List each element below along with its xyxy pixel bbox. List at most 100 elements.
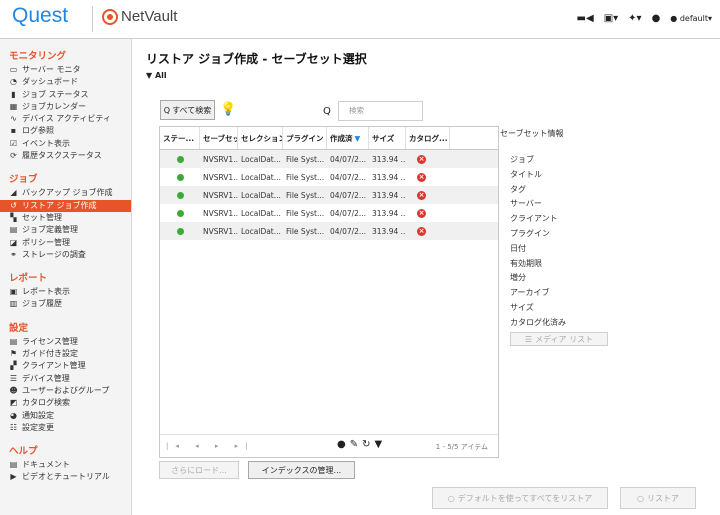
table-row[interactable]: NVSRV1... LocalDat... File Syst... 04/07/2.…	[160, 204, 498, 222]
column-header-label: ステー...	[163, 133, 195, 143]
saveset-table: ステー...セーブセットセレクションプラグイン作成済▼サイズカタログ... NV…	[159, 126, 499, 458]
saveset-info-field: アーカイブ	[510, 288, 550, 298]
sidebar-item-job-history[interactable]: ▥ ジョブ履歴	[0, 298, 131, 310]
video-camera-icon[interactable]: ▬◀	[577, 13, 594, 24]
sidebar-item-report[interactable]: ▣ レポート表示	[0, 286, 131, 298]
restore-icon: ○	[447, 493, 455, 503]
sidebar-item-label: クライアント管理	[22, 361, 86, 371]
job-history-icon: ▥	[9, 299, 18, 309]
sidebar-item-label: デバイス管理	[22, 373, 70, 383]
column-header[interactable]: 作成済 ▼	[327, 127, 369, 149]
sidebar-item-history[interactable]: ⟳ 履歴タスクステータス	[0, 150, 131, 162]
column-header[interactable]: プラグイン	[283, 127, 327, 149]
sidebar-item-dashboard[interactable]: ◔ ダッシュボード	[0, 76, 131, 88]
restore-all-default-button[interactable]: ○ デフォルトを使ってすべてをリストア	[432, 487, 608, 509]
restore-button[interactable]: ○ リストア	[620, 487, 696, 509]
table-cell: NVSRV1...	[203, 154, 238, 164]
status-ok-icon	[177, 209, 184, 217]
load-more-button[interactable]: さらにロード...	[159, 461, 239, 479]
table-cell: 04/07/2...	[330, 154, 367, 164]
sidebar-item-policy[interactable]: ◪ ポリシー管理	[0, 237, 131, 249]
sidebar-item-storage[interactable]: ⚭ ストレージの調査	[0, 249, 131, 261]
main-panel: リストア ジョブ作成 - セーブセット選択 ▼ All Q すべて検索 💡 Q 検…	[132, 39, 720, 515]
sidebar-item-restore[interactable]: ↺ リストア ジョブ作成	[0, 199, 131, 212]
table-cell: 04/07/2...	[330, 172, 367, 182]
filter-icon[interactable]: ▼	[375, 439, 387, 450]
table-row[interactable]: NVSRV1... LocalDat... File Syst... 04/07/2.…	[160, 150, 498, 168]
sidebar-item-guided[interactable]: ⚑ ガイド付き設定	[0, 348, 131, 360]
sort-desc-icon: ▼	[354, 133, 361, 143]
column-header[interactable]: サイズ	[369, 127, 406, 149]
sidebar-item-notification[interactable]: ◕ 通知設定	[0, 410, 131, 422]
restore-all-default-label: デフォルトを使ってすべてをリストア	[457, 493, 593, 503]
column-header[interactable]: カタログ...	[406, 127, 450, 149]
table-cell	[160, 186, 200, 204]
manage-index-button[interactable]: インデックスの管理...	[248, 461, 355, 479]
table-row[interactable]: NVSRV1... LocalDat... File Syst... 04/07/2.…	[160, 222, 498, 240]
sidebar-item-label: ジョブ定義管理	[22, 225, 78, 235]
report-icon: ▣	[9, 287, 18, 297]
media-list-button[interactable]: ☰ メディア リスト	[510, 332, 608, 346]
sidebar-item-users[interactable]: ☻ ユーザーおよびグループ	[0, 385, 131, 397]
table-row[interactable]: NVSRV1... LocalDat... File Syst... 04/07/2.…	[160, 186, 498, 204]
table-cell: LocalDat...	[241, 190, 281, 200]
table-cell: ×	[406, 168, 450, 186]
sidebar-item-event[interactable]: ☑ イベント表示	[0, 138, 131, 150]
document-icon: ▤	[9, 460, 18, 470]
sidebar-item-video[interactable]: ▶ ビデオとチュートリアル	[0, 471, 131, 483]
sidebar-item-label: 通知設定	[22, 410, 54, 420]
sidebar-item-document[interactable]: ▤ ドキュメント	[0, 459, 131, 471]
sidebar-section-title: モニタリング	[9, 51, 67, 62]
user-icon: ●	[670, 14, 678, 23]
sidebar-section-title: ジョブ	[9, 174, 38, 186]
sidebar-item-sets[interactable]: ▚ セット管理	[0, 212, 131, 224]
table-cell: 313.94 ...	[372, 208, 406, 218]
edit-icon[interactable]: ✎	[350, 439, 362, 450]
sidebar-section-title: 設定	[9, 322, 29, 334]
monitor-icon: ▭	[9, 65, 18, 74]
sidebar-item-license[interactable]: ▤ ライセンス管理	[0, 336, 131, 348]
info-icon[interactable]: ●	[337, 439, 350, 450]
info-icon[interactable]: ●	[652, 13, 661, 24]
table-cell: LocalDat...	[241, 154, 281, 164]
search-all-button[interactable]: Q すべて検索	[160, 100, 215, 120]
quest-logo: Quest	[12, 4, 69, 27]
sidebar-item-monitor[interactable]: ▭ サーバー モニタ	[0, 64, 131, 76]
pager-controls[interactable]: |◂ ◂ ▸ ▸|	[166, 442, 254, 450]
column-header-label: 作成済	[330, 133, 353, 143]
refresh-icon[interactable]: ↻	[362, 439, 374, 450]
table-cell: File Syst...	[286, 226, 325, 236]
sidebar-item-log[interactable]: ▪ ログ参照	[0, 125, 131, 137]
sidebar-item-client[interactable]: ▞ クライアント管理	[0, 360, 131, 372]
saveset-info-field: ジョブ	[510, 155, 534, 164]
chat-icon[interactable]: ▣▾	[604, 13, 618, 24]
table-cell: File Syst...	[286, 208, 325, 218]
table-cell: ×	[406, 150, 450, 168]
saveset-info-field: 日付	[510, 243, 526, 253]
sidebar-item-job-status[interactable]: ▮ ジョブ ステータス	[0, 89, 131, 101]
column-header[interactable]: ステー...	[160, 127, 200, 149]
sidebar-item-label: ガイド付き設定	[22, 349, 78, 359]
sidebar-item-device[interactable]: ☰ デバイス管理	[0, 373, 131, 385]
sidebar-item-activity[interactable]: ∿ デバイス アクティビティ	[0, 113, 131, 125]
restore-icon: ↺	[10, 200, 17, 210]
table-cell: 313.94 ...	[372, 226, 406, 236]
sidebar-item-job-definition[interactable]: ▤ ジョブ定義管理	[0, 224, 131, 236]
sidebar-item-catalog[interactable]: ◩ カタログ検索	[0, 397, 131, 409]
table-row[interactable]: NVSRV1... LocalDat... File Syst... 04/07/2.…	[160, 168, 498, 186]
filter-toggle[interactable]: ▼ All	[146, 71, 167, 80]
sidebar-item-settings[interactable]: ☷ 設定変更	[0, 422, 131, 434]
search-input[interactable]: 検索	[338, 101, 423, 121]
sidebar-item-label: ログ参照	[22, 126, 54, 136]
column-header[interactable]: セーブセット	[200, 127, 238, 149]
tools-icon[interactable]: ✦▾	[628, 13, 641, 24]
lightbulb-icon[interactable]: 💡	[220, 102, 236, 117]
calendar-icon: ▦	[9, 101, 18, 111]
header-toolbar: ▬◀ ▣▾ ✦▾ ● ● default▾	[577, 13, 712, 24]
sidebar-section-title: ヘルプ	[9, 446, 38, 458]
user-menu[interactable]: ● default▾	[670, 14, 712, 23]
sidebar-item-backup[interactable]: ◢ バックアップ ジョブ作成	[0, 187, 131, 199]
table-cell: LocalDat...	[241, 172, 281, 182]
column-header[interactable]: セレクション	[238, 127, 283, 149]
sidebar-item-calendar[interactable]: ▦ ジョブカレンダー	[0, 101, 131, 113]
